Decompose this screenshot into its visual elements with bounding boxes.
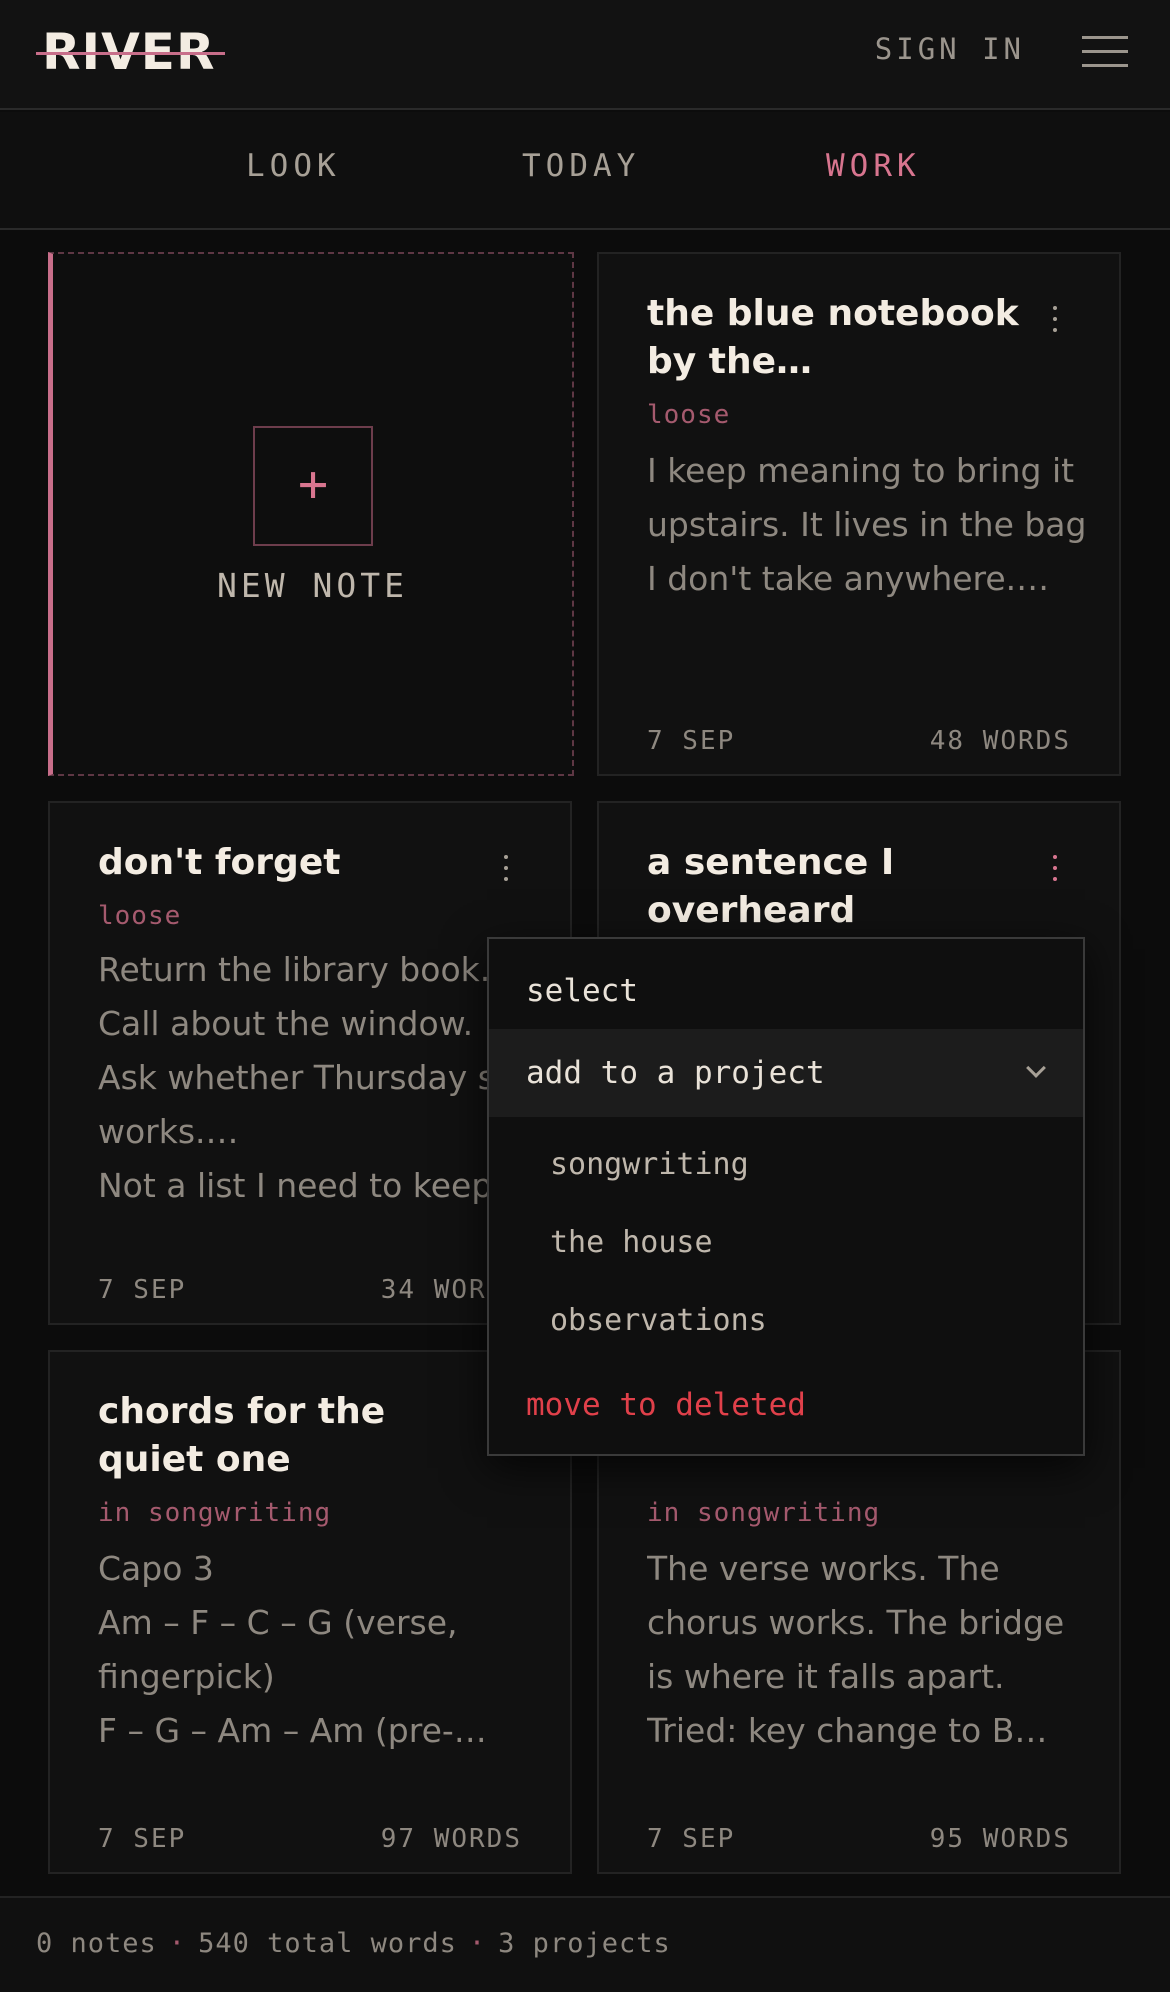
note-context-menu: select add to a project songwriting the … — [487, 937, 1085, 1456]
note-title: chords for the quiet one — [98, 1391, 386, 1480]
menu-item-add-to-project[interactable]: add to a project — [489, 1029, 1083, 1117]
note-preview: I keep meaning to bring it upstairs. It … — [647, 451, 1087, 598]
note-word-count: 97 WORDS — [380, 1824, 522, 1854]
nav-tabs: LOOK TODAY WORK — [0, 112, 1170, 230]
more-options-icon[interactable] — [1047, 306, 1063, 350]
footer-stats: 0 notes · 540 total words · 3 projects — [36, 1928, 671, 1959]
note-preview: The verse works. The chorus works. The b… — [647, 1549, 1065, 1750]
more-options-icon[interactable] — [498, 855, 514, 899]
more-options-icon[interactable] — [1047, 855, 1063, 899]
note-date: 7 SEP — [647, 726, 736, 756]
note-word-count: 95 WORDS — [929, 1824, 1071, 1854]
chevron-down-icon — [1026, 1058, 1046, 1078]
notes-count: 0 notes — [36, 1928, 157, 1959]
menu-icon[interactable] — [1082, 36, 1128, 70]
note-title: don't forget — [98, 842, 341, 883]
note-tag: loose — [647, 400, 731, 430]
note-card[interactable]: the blue notebook by the… loose I keep m… — [597, 252, 1121, 776]
menu-item-move-to-deleted[interactable]: move to deleted — [526, 1387, 1120, 1423]
project-option-the-house[interactable]: the house — [550, 1225, 1144, 1260]
tab-look[interactable]: LOOK — [246, 148, 341, 184]
note-date: 7 SEP — [98, 1275, 187, 1305]
tab-work[interactable]: WORK — [826, 148, 921, 184]
stats-footer: 0 notes · 540 total words · 3 projects — [0, 1896, 1170, 1992]
logo[interactable]: RIVER — [36, 22, 226, 82]
sign-in-link[interactable]: SIGN IN — [875, 32, 1025, 66]
tab-today[interactable]: TODAY — [522, 148, 640, 184]
note-date: 7 SEP — [647, 1824, 736, 1854]
total-words: 540 total words — [198, 1928, 457, 1959]
separator: · — [168, 1928, 187, 1959]
plus-icon: + — [253, 426, 373, 546]
logo-strike — [36, 52, 226, 55]
new-note-label: NEW NOTE — [217, 566, 408, 605]
note-tag: in songwriting — [98, 1498, 332, 1528]
new-note-card[interactable]: + NEW NOTE — [48, 252, 574, 776]
menu-item-select[interactable]: select — [526, 973, 1120, 1009]
project-option-observations[interactable]: observations — [550, 1303, 1144, 1338]
note-title: the blue notebook by the… — [647, 293, 1019, 382]
separator: · — [468, 1928, 487, 1959]
projects-count: 3 projects — [498, 1928, 671, 1959]
project-option-songwriting[interactable]: songwriting — [550, 1147, 1144, 1182]
app-header: RIVER SIGN IN — [0, 0, 1170, 110]
note-tag: in songwriting — [647, 1498, 881, 1528]
note-title: a sentence I overheard — [647, 842, 895, 931]
note-tag: loose — [98, 901, 182, 931]
note-word-count: 48 WORDS — [929, 726, 1071, 756]
note-preview: Capo 3 Am – F – C – G (verse, fingerpick… — [98, 1549, 487, 1750]
add-to-project-label: add to a project — [526, 1055, 825, 1091]
note-date: 7 SEP — [98, 1824, 187, 1854]
